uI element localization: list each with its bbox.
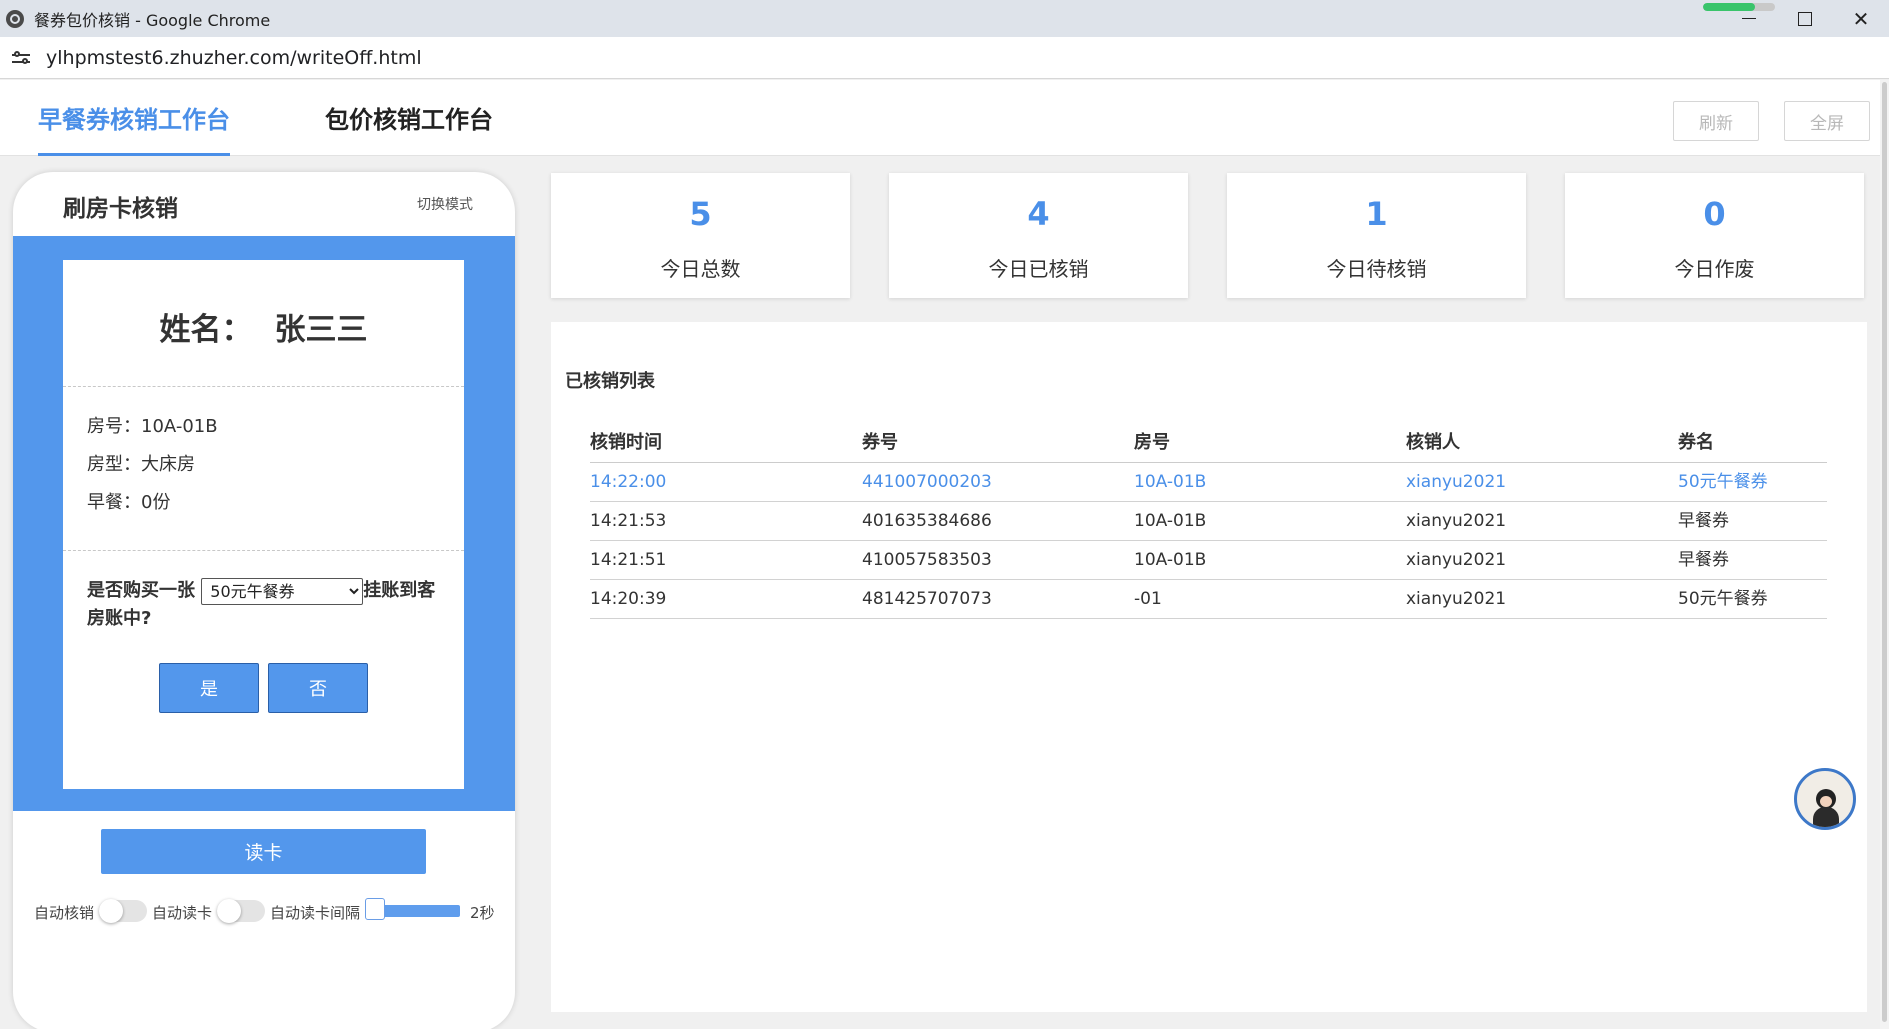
column-header[interactable]: 核销时间 bbox=[590, 424, 662, 462]
table-row[interactable]: 14:20:39 481425707073 -01 xianyu2021 50元… bbox=[590, 580, 1827, 619]
read-card-button[interactable]: 读卡 bbox=[101, 829, 426, 874]
auto-read-toggle[interactable] bbox=[217, 899, 265, 923]
stat-card-pending: 1 今日待核销 bbox=[1227, 173, 1526, 298]
page-scrollbar[interactable] bbox=[1880, 80, 1889, 1029]
table-cell: 14:21:51 bbox=[590, 550, 667, 570]
site-settings-icon[interactable] bbox=[12, 50, 30, 65]
url-text[interactable]: ylhpmstest6.zhuzher.com/writeOff.html bbox=[46, 47, 422, 69]
close-icon: ✕ bbox=[1852, 6, 1870, 31]
breakfast-count: 早餐：0份 bbox=[87, 492, 171, 513]
stat-card-written-off: 4 今日已核销 bbox=[889, 173, 1188, 298]
auto-writeoff-label: 自动核销 bbox=[34, 904, 95, 922]
table-cell: -01 bbox=[1134, 589, 1162, 609]
no-button[interactable]: 否 bbox=[268, 663, 368, 713]
avatar-face bbox=[1820, 796, 1832, 807]
table-row[interactable]: 14:22:00 441007000203 10A-01B xianyu2021… bbox=[590, 463, 1827, 502]
minimize-button[interactable] bbox=[1721, 0, 1777, 37]
table-cell: 50元午餐券 bbox=[1678, 472, 1768, 492]
column-header[interactable]: 券名 bbox=[1678, 424, 1714, 462]
address-bar[interactable]: ylhpmstest6.zhuzher.com/writeOff.html bbox=[0, 37, 1889, 79]
refresh-button[interactable]: 刷新 bbox=[1673, 101, 1759, 141]
writeoff-list-panel: 已核销列表 核销时间 券号 房号 核销人 券名 14:22:00 4410070… bbox=[551, 322, 1867, 1012]
assistant-avatar-button[interactable] bbox=[1794, 768, 1856, 830]
table-header: 核销时间 券号 房号 核销人 券名 bbox=[590, 424, 1827, 463]
auto-writeoff-toggle[interactable] bbox=[99, 899, 147, 923]
tab-breakfast-writeoff[interactable]: 早餐券核销工作台 bbox=[38, 80, 230, 156]
question-prefix: 是否购买一张 bbox=[87, 580, 195, 601]
guest-name-value: 张三三 bbox=[274, 312, 368, 348]
minimize-icon bbox=[1742, 18, 1756, 19]
stat-label: 今日已核销 bbox=[988, 257, 1089, 281]
maximize-button[interactable] bbox=[1777, 0, 1833, 37]
table-row[interactable]: 14:21:51 410057583503 10A-01B xianyu2021… bbox=[590, 541, 1827, 580]
column-header[interactable]: 房号 bbox=[1134, 424, 1170, 462]
table-cell: xianyu2021 bbox=[1406, 511, 1507, 531]
table-cell: xianyu2021 bbox=[1406, 472, 1507, 492]
window-title: 餐券包价核销 - Google Chrome bbox=[34, 10, 271, 30]
guest-name-row: 姓名： 张三三 bbox=[63, 304, 464, 349]
table-cell: 早餐券 bbox=[1678, 550, 1729, 570]
table-cell: 441007000203 bbox=[862, 472, 992, 492]
room-number: 房号：10A-01B bbox=[87, 416, 218, 437]
window-titlebar: 餐券包价核销 - Google Chrome ✕ bbox=[0, 0, 1889, 37]
divider bbox=[63, 386, 464, 387]
guest-info-zone: 姓名： 张三三 房号：10A-01B 房型：大床房 早餐：0份 是否购买一张 50… bbox=[13, 236, 515, 811]
card-scan-panel: 刷房卡核销 切换模式 姓名： 张三三 房号：10A-01B 房型：大床房 早餐：0… bbox=[13, 172, 515, 1029]
column-header[interactable]: 核销人 bbox=[1406, 424, 1460, 462]
switch-mode-link[interactable]: 切换模式 bbox=[417, 194, 473, 214]
site-icon bbox=[6, 9, 24, 28]
table-cell: 10A-01B bbox=[1134, 550, 1207, 570]
guest-card: 姓名： 张三三 房号：10A-01B 房型：大床房 早餐：0份 是否购买一张 50… bbox=[63, 260, 464, 789]
close-button[interactable]: ✕ bbox=[1833, 0, 1889, 37]
table-row[interactable]: 14:21:53 401635384686 10A-01B xianyu2021… bbox=[590, 502, 1827, 541]
stat-value: 5 bbox=[689, 195, 712, 233]
room-type: 房型：大床房 bbox=[87, 454, 195, 475]
stat-value: 1 bbox=[1365, 195, 1388, 233]
stat-label: 今日作废 bbox=[1674, 257, 1755, 281]
stat-label: 今日总数 bbox=[660, 257, 741, 281]
divider bbox=[63, 550, 464, 551]
guest-name-label: 姓名： bbox=[159, 312, 253, 348]
tab-package-writeoff[interactable]: 包价核销工作台 bbox=[325, 80, 493, 156]
table-cell: 481425707073 bbox=[862, 589, 992, 609]
yes-button[interactable]: 是 bbox=[159, 663, 259, 713]
table-cell: 早餐券 bbox=[1678, 511, 1729, 531]
list-title: 已核销列表 bbox=[565, 371, 655, 392]
stat-card-voided: 0 今日作废 bbox=[1565, 173, 1864, 298]
panel-title: 刷房卡核销 bbox=[63, 196, 178, 222]
voucher-select[interactable]: 50元午餐券 bbox=[201, 577, 364, 605]
maximize-icon bbox=[1798, 11, 1812, 26]
stat-value: 0 bbox=[1703, 195, 1726, 233]
auto-read-label: 自动读卡 bbox=[152, 904, 213, 922]
app-header: 早餐券核销工作台 包价核销工作台 刷新 全屏 bbox=[0, 80, 1880, 156]
table-cell: 50元午餐券 bbox=[1678, 589, 1768, 609]
table-cell: 401635384686 bbox=[862, 511, 992, 531]
table-cell: 14:20:39 bbox=[590, 589, 667, 609]
stat-card-total: 5 今日总数 bbox=[551, 173, 850, 298]
interval-slider-thumb[interactable] bbox=[365, 898, 385, 920]
table-cell: xianyu2021 bbox=[1406, 550, 1507, 570]
table-cell: xianyu2021 bbox=[1406, 589, 1507, 609]
purchase-question: 是否购买一张 50元午餐券 挂账到客房账中? bbox=[87, 577, 452, 633]
table-cell: 14:21:53 bbox=[590, 511, 667, 531]
column-header[interactable]: 券号 bbox=[862, 424, 898, 462]
table-cell: 10A-01B bbox=[1134, 472, 1207, 492]
interval-value: 2秒 bbox=[470, 904, 495, 922]
table-cell: 14:22:00 bbox=[590, 472, 667, 492]
table-cell: 10A-01B bbox=[1134, 511, 1207, 531]
fullscreen-button[interactable]: 全屏 bbox=[1784, 101, 1870, 141]
stat-value: 4 bbox=[1027, 195, 1050, 233]
avatar-body bbox=[1813, 807, 1839, 827]
auto-interval-label: 自动读卡间隔 bbox=[270, 904, 361, 922]
stat-label: 今日待核销 bbox=[1326, 257, 1427, 281]
writeoff-table: 核销时间 券号 房号 核销人 券名 14:22:00 441007000203 … bbox=[590, 424, 1827, 619]
table-cell: 410057583503 bbox=[862, 550, 992, 570]
